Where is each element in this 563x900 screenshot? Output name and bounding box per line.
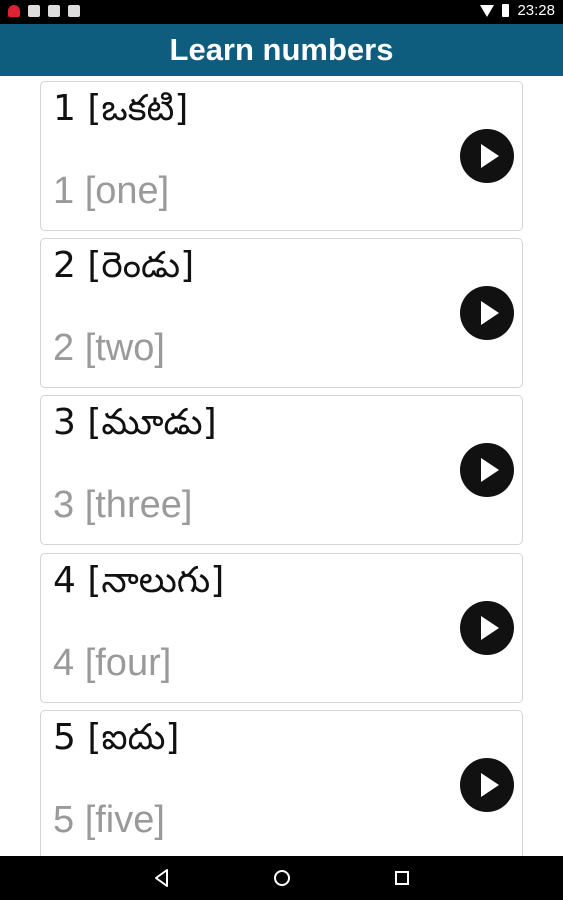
- native-text: 3 [మూడు]: [53, 402, 217, 443]
- number-card-5[interactable]: 5 [ఐదు] 5 [five]: [40, 710, 523, 856]
- play-button[interactable]: [460, 601, 514, 655]
- native-text: 5 [ఐదు]: [53, 717, 180, 758]
- play-button[interactable]: [460, 443, 514, 497]
- play-button[interactable]: [460, 129, 514, 183]
- play-icon: [481, 616, 499, 640]
- battery-icon: [502, 4, 510, 17]
- play-icon: [481, 458, 499, 482]
- back-icon[interactable]: [150, 866, 174, 890]
- image-icon: [48, 5, 60, 17]
- system-icons: 23:28: [480, 2, 555, 19]
- navigation-bar: [0, 856, 563, 900]
- numbers-list[interactable]: 1 [ఒకటి] 1 [one] 2 [రెండు] 2 [two] 3 [మూ…: [0, 76, 563, 856]
- status-bar: 23:28: [0, 0, 563, 24]
- wifi-icon: [480, 4, 495, 17]
- app-notification-icon: [8, 5, 20, 17]
- english-text: 1 [one]: [53, 170, 170, 212]
- native-text: 1 [ఒకటి]: [53, 88, 189, 129]
- play-icon: [481, 301, 499, 325]
- english-text: 5 [five]: [53, 799, 165, 841]
- english-text: 3 [three]: [53, 484, 193, 526]
- play-icon: [481, 773, 499, 797]
- number-card-2[interactable]: 2 [రెండు] 2 [two]: [40, 238, 523, 388]
- number-card-3[interactable]: 3 [మూడు] 3 [three]: [40, 395, 523, 545]
- status-time: 23:28: [517, 2, 555, 19]
- number-card-4[interactable]: 4 [నాలుగు] 4 [four]: [40, 553, 523, 703]
- gmail-icon: [28, 5, 40, 17]
- number-card-1[interactable]: 1 [ఒకటి] 1 [one]: [40, 81, 523, 231]
- play-button[interactable]: [460, 286, 514, 340]
- notification-icons: [8, 5, 80, 17]
- play-icon: [481, 144, 499, 168]
- home-icon[interactable]: [270, 866, 294, 890]
- play-button[interactable]: [460, 758, 514, 812]
- page-title: Learn numbers: [169, 32, 394, 67]
- app-bar: Learn numbers: [0, 24, 563, 76]
- english-text: 4 [four]: [53, 642, 172, 684]
- recent-apps-icon[interactable]: [390, 866, 414, 890]
- english-text: 2 [two]: [53, 327, 165, 369]
- native-text: 4 [నాలుగు]: [53, 560, 225, 601]
- news-icon: [68, 5, 80, 17]
- native-text: 2 [రెండు]: [53, 245, 195, 286]
